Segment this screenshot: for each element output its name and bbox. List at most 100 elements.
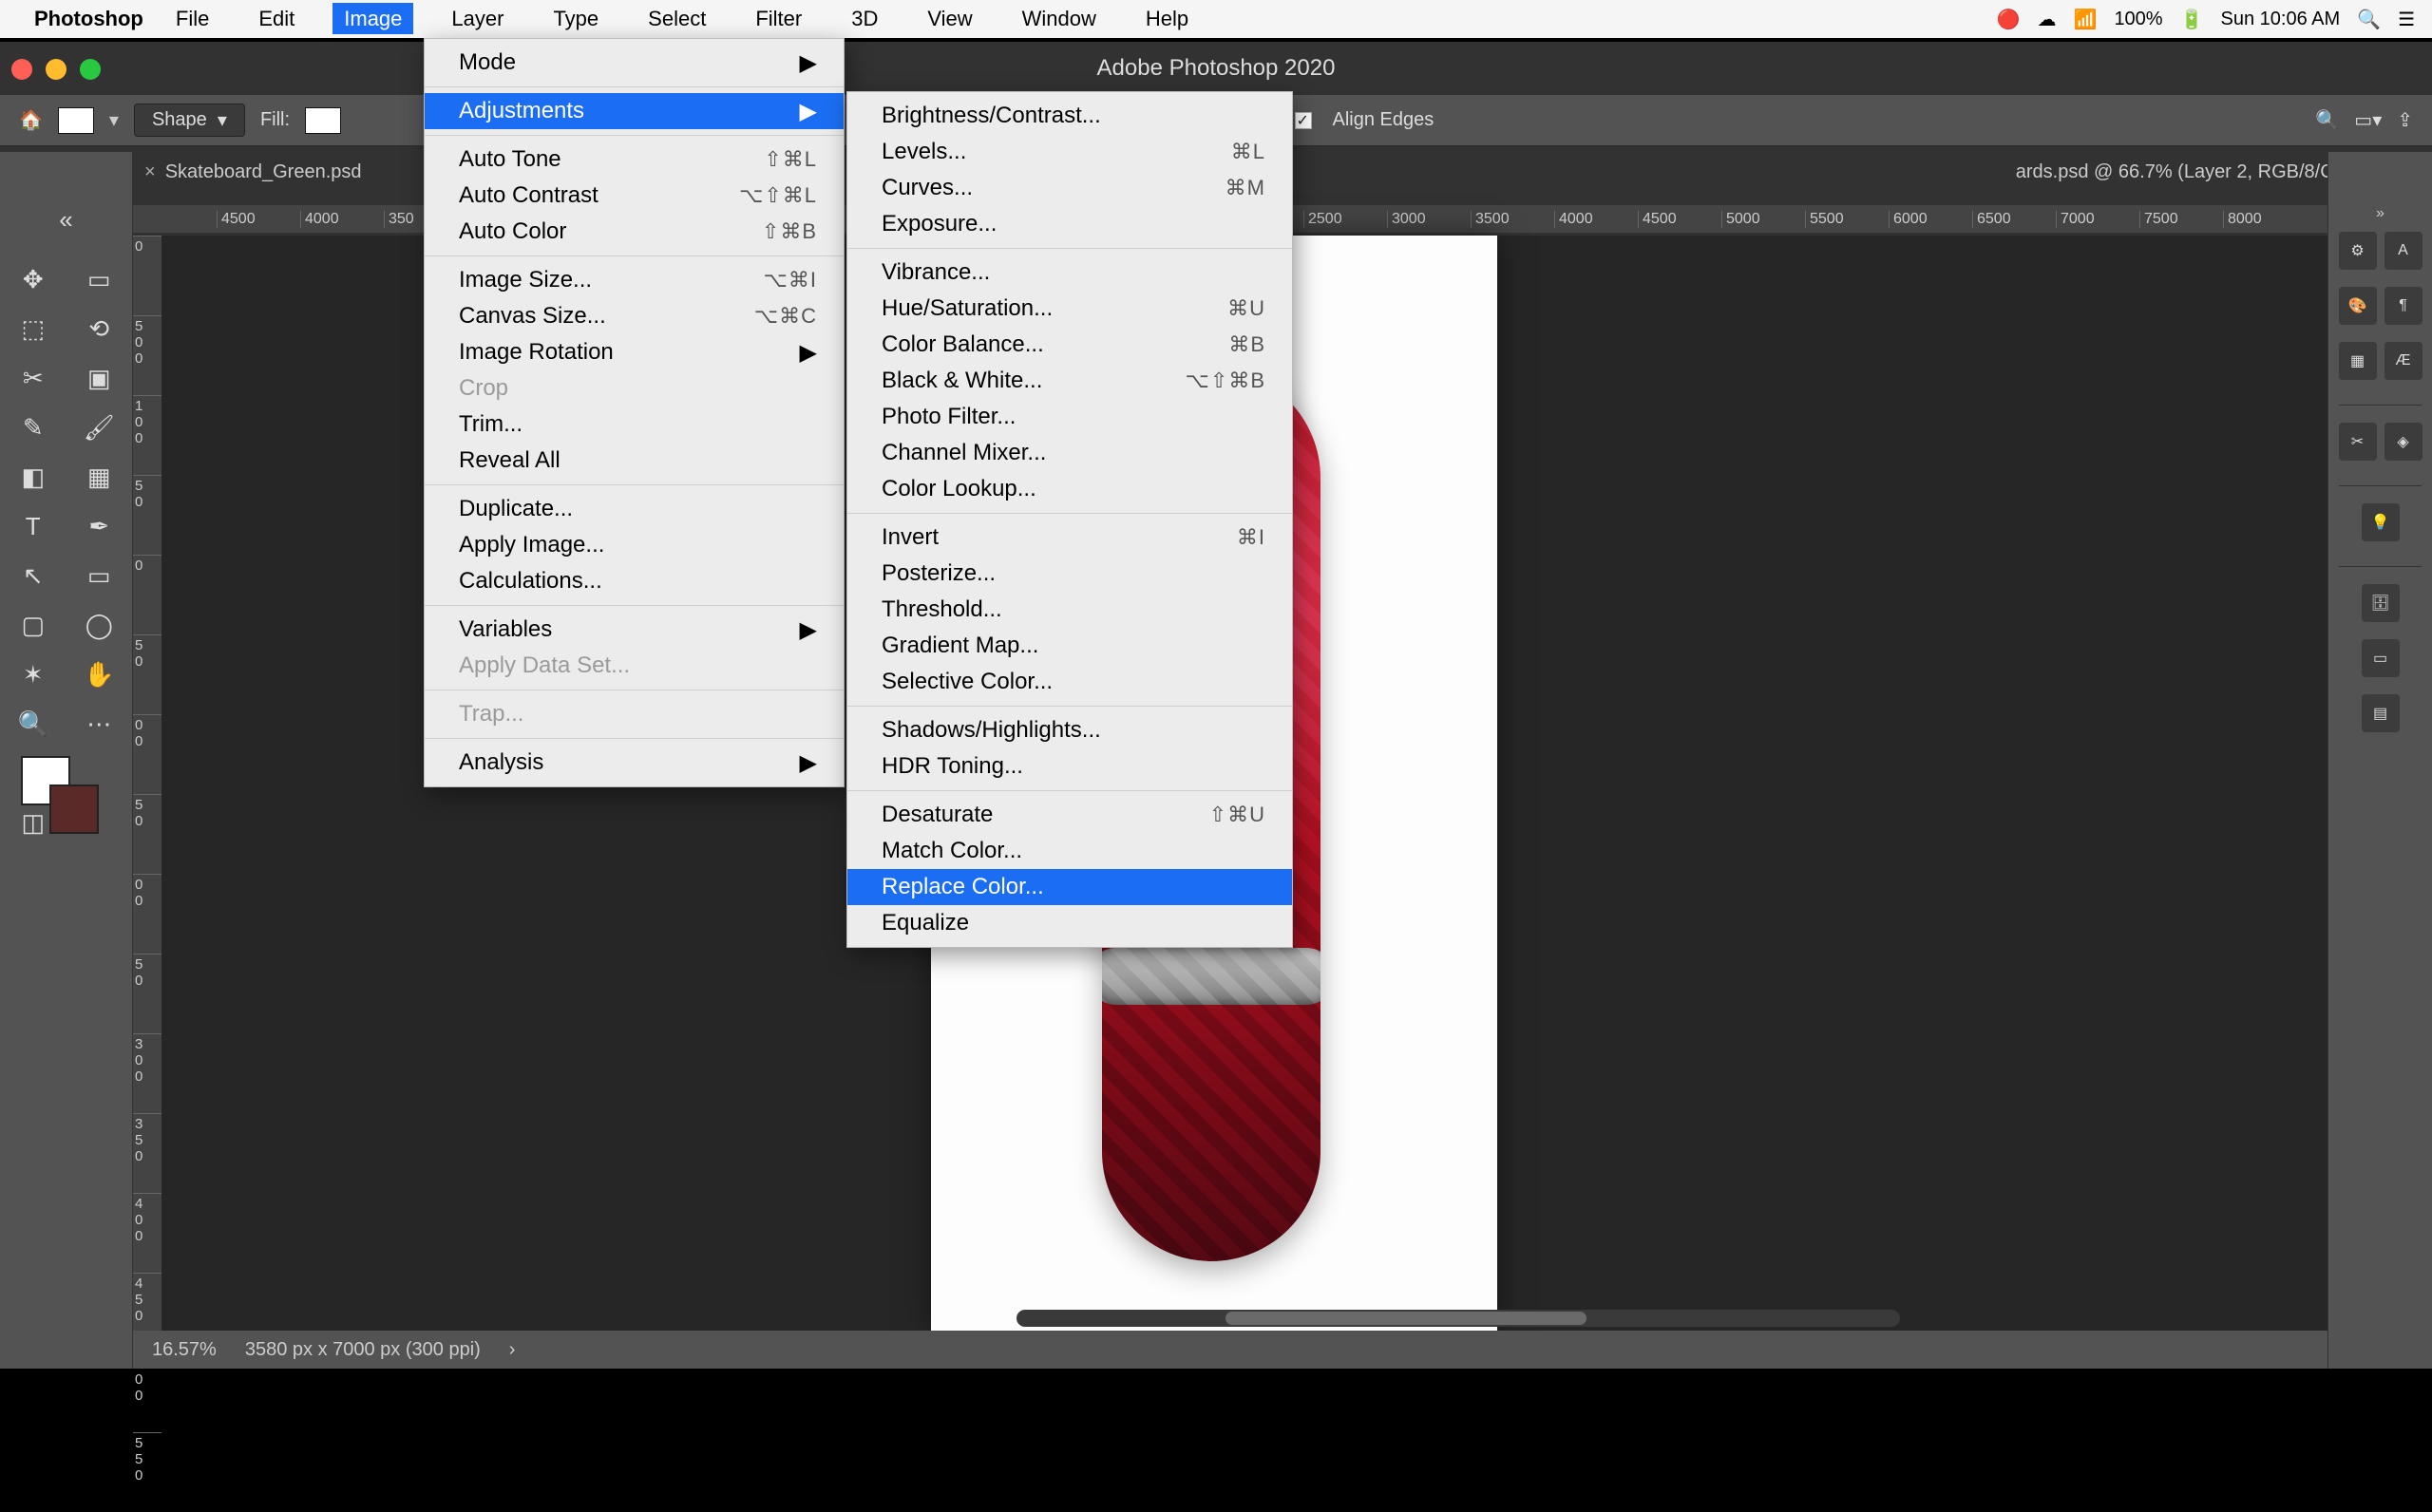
home-icon[interactable]: 🏠 [19,108,43,132]
spotlight-icon[interactable]: 🔍 [2357,8,2381,31]
adjustments-panel-icon[interactable]: ✂ [2339,423,2377,461]
glyphs-panel-icon[interactable]: Æ [2384,342,2422,380]
menu-item-replace-color[interactable]: Replace Color... [847,869,1292,905]
type-tool[interactable]: T [0,501,66,551]
swatches-panel-icon[interactable]: ▦ [2339,342,2377,380]
search-icon[interactable]: 🔍 [2315,108,2339,132]
menu-help[interactable]: Help [1134,3,1200,34]
comments-panel-icon[interactable]: ▤ [2362,694,2400,732]
frame-tool[interactable]: ▣ [66,353,133,403]
artboard-tool[interactable]: ▭ [66,255,133,304]
paragraph-panel-icon[interactable]: ¶ [2384,287,2422,325]
menu-item-hue-saturation[interactable]: Hue/Saturation...⌘U [847,291,1292,327]
document-dimensions[interactable]: 3580 px x 7000 px (300 ppi) [245,1339,481,1361]
menu-item-reveal-all[interactable]: Reveal All [425,443,844,479]
menu-item-shadows-highlights[interactable]: Shadows/Highlights... [847,712,1292,748]
menu-item-adjustments[interactable]: Adjustments▶ [425,93,844,129]
color-panel-icon[interactable]: 🎨 [2339,287,2377,325]
menu-item-duplicate[interactable]: Duplicate... [425,491,844,527]
close-tab-icon[interactable]: × [144,161,156,183]
collapse-tools-icon[interactable]: « [0,205,132,234]
menu-item-levels[interactable]: Levels...⌘L [847,134,1292,170]
menu-file[interactable]: File [164,3,220,34]
collapse-panels-icon[interactable]: » [2376,205,2384,222]
eraser-tool[interactable]: ◧ [0,452,66,501]
menu-item-match-color[interactable]: Match Color... [847,833,1292,869]
menu-item-apply-image[interactable]: Apply Image... [425,527,844,563]
menu-item-auto-color[interactable]: Auto Color⇧⌘B [425,214,844,250]
tab-skateboard-green[interactable]: Skateboard_Green.psd [165,161,362,183]
menu-item-invert[interactable]: Invert⌘I [847,520,1292,556]
menu-type[interactable]: Type [542,3,610,34]
menu-item-auto-tone[interactable]: Auto Tone⇧⌘L [425,142,844,178]
color-swatches[interactable] [0,748,132,834]
menu-item-auto-contrast[interactable]: Auto Contrast⌥⇧⌘L [425,178,844,214]
menu-edit[interactable]: Edit [247,3,306,34]
layers-panel-icon[interactable]: ◈ [2384,423,2422,461]
move-tool[interactable]: ✥ [0,255,66,304]
menu-select[interactable]: Select [636,3,717,34]
menu-item-hdr-toning[interactable]: HDR Toning... [847,748,1292,784]
app-name[interactable]: Photoshop [34,7,143,31]
shape-mode-dropdown[interactable]: Shape ▾ [134,104,245,137]
menu-item-threshold[interactable]: Threshold... [847,592,1292,628]
eyedropper-tool[interactable]: ✎ [0,403,66,452]
hand-tool[interactable]: ✋ [66,650,133,699]
wifi-icon[interactable]: 📶 [2074,8,2098,31]
libraries-panel-icon[interactable]: 🗄 [2362,584,2400,622]
menu-3d[interactable]: 3D [840,3,889,34]
zoom-level[interactable]: 16.57% [152,1339,217,1361]
learn-panel-icon[interactable]: 💡 [2362,503,2400,541]
menu-item-photo-filter[interactable]: Photo Filter... [847,399,1292,435]
more-tools[interactable]: ⋯ [66,699,133,748]
marquee-tool[interactable]: ⬚ [0,304,66,353]
zoom-tool[interactable]: 🔍 [0,699,66,748]
menu-item-selective-color[interactable]: Selective Color... [847,664,1292,700]
rounded-rect-tool[interactable]: ▢ [0,600,66,650]
vertical-ruler[interactable]: 05 0 01 0 05 005 00 05 00 05 03 0 03 5 0… [133,236,162,1331]
menu-layer[interactable]: Layer [440,3,515,34]
menu-window[interactable]: Window [1011,3,1108,34]
fill-swatch[interactable] [305,107,341,134]
menu-item-curves[interactable]: Curves...⌘M [847,170,1292,206]
menu-item-black-white[interactable]: Black & White...⌥⇧⌘B [847,363,1292,399]
align-edges-checkbox[interactable] [1295,112,1312,129]
menu-item-variables[interactable]: Variables▶ [425,612,844,648]
history-panel-icon[interactable]: ▭ [2362,639,2400,677]
gradient-tool[interactable]: ▦ [66,452,133,501]
ellipse-tool[interactable]: ◯ [66,600,133,650]
menu-item-posterize[interactable]: Posterize... [847,556,1292,592]
tool-preset-swatch[interactable] [58,107,94,134]
cloud-icon[interactable]: ☁︎ [2038,8,2057,31]
menu-item-brightness-contrast[interactable]: Brightness/Contrast... [847,98,1292,134]
workspace-icon[interactable]: ▭▾ [2354,108,2382,132]
menu-view[interactable]: View [916,3,983,34]
menu-filter[interactable]: Filter [744,3,813,34]
menu-item-image-size[interactable]: Image Size...⌥⌘I [425,262,844,298]
menu-item-color-balance[interactable]: Color Balance...⌘B [847,327,1292,363]
brush-tool[interactable]: 🖌 [66,403,133,452]
properties-panel-icon[interactable]: ⚙ [2339,232,2377,270]
status-chevron-icon[interactable]: › [509,1339,516,1361]
menu-item-vibrance[interactable]: Vibrance... [847,255,1292,291]
menu-item-equalize[interactable]: Equalize [847,905,1292,941]
horizontal-scrollbar[interactable] [1016,1310,1900,1327]
menu-item-analysis[interactable]: Analysis▶ [425,745,844,781]
menu-item-trim[interactable]: Trim... [425,406,844,443]
menu-item-desaturate[interactable]: Desaturate⇧⌘U [847,797,1292,833]
custom-shape-tool[interactable]: ✶ [0,650,66,699]
path-select-tool[interactable]: ↖ [0,551,66,600]
menu-image[interactable]: Image [332,3,413,34]
lasso-tool[interactable]: ⟲ [66,304,133,353]
menu-item-image-rotation[interactable]: Image Rotation▶ [425,334,844,370]
character-panel-icon[interactable]: A [2384,232,2422,270]
menu-item-calculations[interactable]: Calculations... [425,563,844,599]
share-icon[interactable]: ⇪ [2397,108,2413,132]
clock[interactable]: Sun 10:06 AM [2221,9,2341,30]
menu-item-mode[interactable]: Mode▶ [425,45,844,81]
menu-item-gradient-map[interactable]: Gradient Map... [847,628,1292,664]
menu-item-color-lookup[interactable]: Color Lookup... [847,471,1292,507]
menu-item-canvas-size[interactable]: Canvas Size...⌥⌘C [425,298,844,334]
menu-item-exposure[interactable]: Exposure... [847,206,1292,242]
rectangle-tool[interactable]: ▭ [66,551,133,600]
